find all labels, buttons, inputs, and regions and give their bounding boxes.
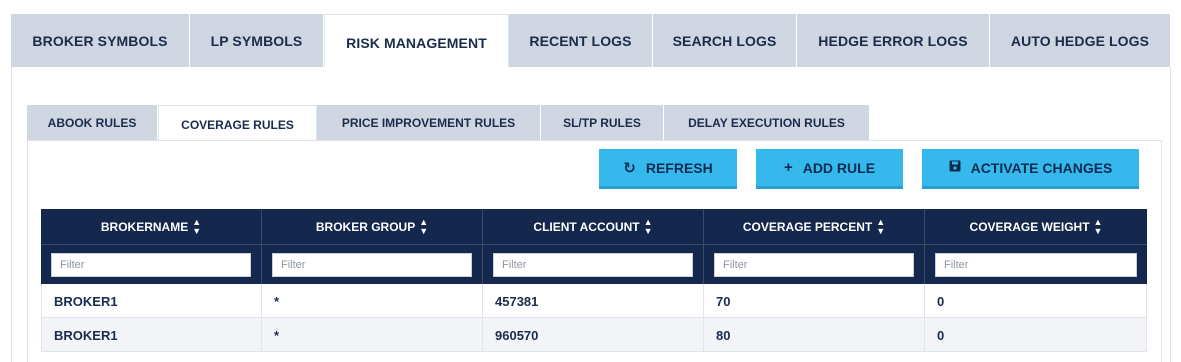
client-account-cell: 457381: [483, 284, 704, 318]
filter-cell: [925, 245, 1147, 285]
filter-cell: [262, 245, 483, 285]
tab-coverage-rules[interactable]: COVERAGE RULES: [158, 105, 317, 143]
table-row[interactable]: BROKER1 * 960570 80 0: [41, 318, 1147, 352]
table-header-row: BROKERNAME ▲ ▼ BROKER GROUP ▲ ▼ CLIENT ACC…: [41, 209, 1147, 244]
coverage-weight-cell: 0: [925, 284, 1147, 318]
refresh-button-label: REFRESH: [645, 159, 713, 176]
column-header-client-account[interactable]: CLIENT ACCOUNT ▲ ▼: [483, 209, 704, 244]
brokername-cell: BROKER1: [41, 284, 262, 318]
column-header-label: CLIENT ACCOUNT: [533, 219, 640, 234]
column-header-coverage-weight[interactable]: COVERAGE WEIGHT ▲ ▼: [925, 209, 1147, 244]
column-header-broker-group[interactable]: BROKER GROUP ▲ ▼: [262, 209, 483, 244]
refresh-button[interactable]: ↻ REFRESH: [599, 149, 737, 189]
table-row[interactable]: BROKER1 * 457381 70 0: [41, 284, 1147, 318]
brokername-cell: BROKER1: [41, 318, 262, 352]
tab-broker-symbols[interactable]: BROKER SYMBOLS: [11, 14, 190, 68]
broker-group-filter-input[interactable]: [272, 253, 472, 277]
column-header-label: COVERAGE WEIGHT: [969, 219, 1090, 234]
coverage-rules-table: BROKERNAME ▲ ▼ BROKER GROUP ▲ ▼ CLIENT ACC…: [41, 209, 1147, 352]
add-rule-button-label: ADD RULE: [802, 159, 876, 176]
tab-lp-symbols[interactable]: LP SYMBOLS: [190, 14, 324, 68]
sort-icon: ▲ ▼: [419, 216, 429, 236]
column-header-label: COVERAGE PERCENT: [742, 219, 873, 234]
sort-icon: ▲ ▼: [1093, 216, 1103, 236]
rules-tab-bar: ABOOK RULES COVERAGE RULES PRICE IMPROVE…: [27, 105, 870, 143]
sort-icon: ▲ ▼: [876, 216, 886, 236]
coverage-percent-cell: 80: [704, 318, 925, 352]
broker-group-cell: *: [262, 318, 483, 352]
table-filter-row: [41, 244, 1147, 285]
coverage-weight-cell: 0: [925, 318, 1147, 352]
add-rule-button[interactable]: + ADD RULE: [756, 149, 903, 189]
column-header-coverage-percent[interactable]: COVERAGE PERCENT ▲ ▼: [704, 209, 925, 244]
column-header-label: BROKERNAME: [100, 219, 189, 234]
plus-icon: +: [783, 159, 793, 176]
main-tab-bar: BROKER SYMBOLS LP SYMBOLS RISK MANAGEMEN…: [11, 14, 1171, 70]
save-icon: [949, 159, 961, 176]
coverage-percent-cell: 70: [704, 284, 925, 318]
tab-risk-management[interactable]: RISK MANAGEMENT: [324, 14, 509, 70]
client-account-cell: 960570: [483, 318, 704, 352]
activate-changes-button-label: ACTIVATE CHANGES: [970, 159, 1113, 176]
brokername-filter-input[interactable]: [51, 253, 251, 277]
tab-search-logs[interactable]: SEARCH LOGS: [653, 14, 797, 68]
tab-auto-hedge-logs[interactable]: AUTO HEDGE LOGS: [990, 14, 1171, 68]
broker-group-cell: *: [262, 284, 483, 318]
coverage-weight-filter-input[interactable]: [935, 253, 1137, 277]
coverage-percent-filter-input[interactable]: [714, 253, 914, 277]
tab-delay-execution-rules[interactable]: DELAY EXECUTION RULES: [664, 105, 870, 141]
tab-hedge-error-logs[interactable]: HEDGE ERROR LOGS: [797, 14, 990, 68]
sort-icon: ▲ ▼: [192, 216, 202, 236]
activate-changes-button[interactable]: ACTIVATE CHANGES: [922, 149, 1139, 189]
tab-sl-tp-rules[interactable]: SL/TP RULES: [541, 105, 664, 141]
tab-recent-logs[interactable]: RECENT LOGS: [509, 14, 653, 68]
column-header-brokername[interactable]: BROKERNAME ▲ ▼: [41, 209, 262, 244]
sort-icon: ▲ ▼: [643, 216, 653, 236]
filter-cell: [41, 245, 262, 285]
filter-cell: [704, 245, 925, 285]
tab-abook-rules[interactable]: ABOOK RULES: [27, 105, 158, 141]
filter-cell: [483, 245, 704, 285]
tab-price-improvement-rules[interactable]: PRICE IMPROVEMENT RULES: [317, 105, 541, 141]
refresh-icon: ↻: [623, 159, 636, 177]
client-account-filter-input[interactable]: [493, 253, 693, 277]
column-header-label: BROKER GROUP: [315, 219, 416, 234]
